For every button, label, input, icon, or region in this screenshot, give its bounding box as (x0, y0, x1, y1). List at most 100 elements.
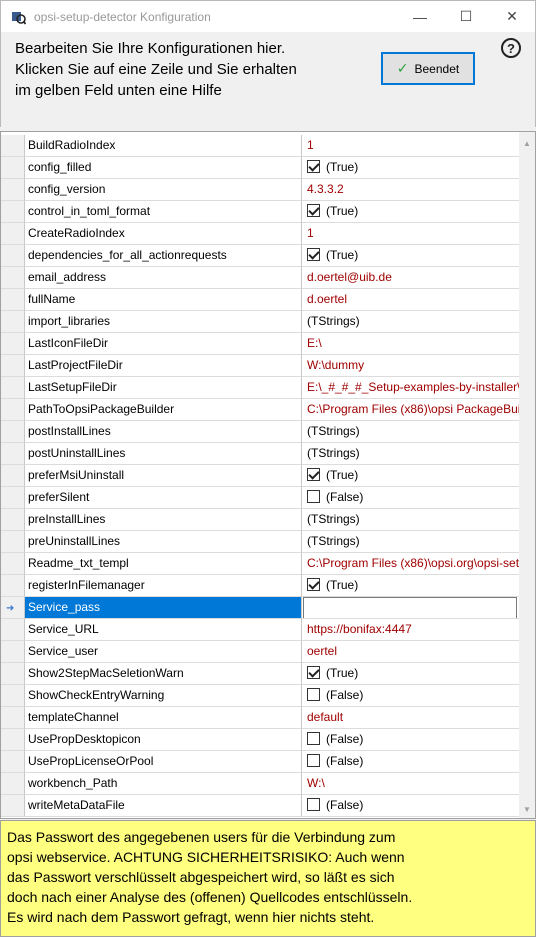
help-button[interactable]: ? (501, 38, 521, 58)
property-name[interactable]: fullName (25, 289, 302, 311)
scroll-up-arrow-icon[interactable]: ▲ (519, 135, 535, 151)
property-name[interactable]: Show2StepMacSeletionWarn (25, 663, 302, 685)
checkbox-checked-icon[interactable] (307, 468, 320, 481)
grid-row[interactable]: UsePropLicenseOrPool (False) (1, 751, 519, 773)
scroll-down-arrow-icon[interactable]: ▼ (519, 801, 535, 817)
property-name[interactable]: registerInFilemanager (25, 575, 302, 597)
property-value[interactable]: (False) (302, 729, 519, 751)
grid-row[interactable]: email_address d.oertel@uib.de (1, 267, 519, 289)
property-value[interactable]: d.oertel (302, 289, 519, 311)
property-name[interactable]: Service_pass (25, 597, 302, 619)
grid-row[interactable]: workbench_Path W:\ (1, 773, 519, 795)
property-value[interactable]: (TStrings) (302, 509, 519, 531)
grid-row[interactable]: CreateRadioIndex 1 (1, 223, 519, 245)
property-value[interactable]: (False) (302, 751, 519, 773)
property-value[interactable]: 1 (302, 135, 519, 157)
property-value[interactable]: (True) (302, 663, 519, 685)
property-name[interactable]: LastIconFileDir (25, 333, 302, 355)
property-value[interactable]: (True) (302, 157, 519, 179)
minimize-button[interactable]: — (397, 1, 443, 33)
property-value[interactable]: W:\dummy (302, 355, 519, 377)
property-name[interactable]: preferSilent (25, 487, 302, 509)
property-value[interactable]: W:\ (302, 773, 519, 795)
property-name[interactable]: Service_URL (25, 619, 302, 641)
grid-row[interactable]: import_libraries (TStrings) (1, 311, 519, 333)
grid-row[interactable]: control_in_toml_format (True) (1, 201, 519, 223)
done-button[interactable]: ✓ Beendet (381, 52, 475, 85)
grid-row[interactable]: fullName d.oertel (1, 289, 519, 311)
property-name[interactable]: PathToOpsiPackageBuilder (25, 399, 302, 421)
checkbox-unchecked-icon[interactable] (307, 490, 320, 503)
property-name[interactable]: Readme_txt_templ (25, 553, 302, 575)
property-value[interactable]: https://bonifax:4447 (302, 619, 519, 641)
property-value[interactable]: d.oertel@uib.de (302, 267, 519, 289)
property-value[interactable]: default (302, 707, 519, 729)
grid-row[interactable]: config_version 4.3.3.2 (1, 179, 519, 201)
property-value[interactable]: (False) (302, 795, 519, 817)
grid-row[interactable]: preferSilent (False) (1, 487, 519, 509)
property-value[interactable]: (True) (302, 201, 519, 223)
checkbox-checked-icon[interactable] (307, 248, 320, 261)
property-name[interactable]: Service_user (25, 641, 302, 663)
property-name[interactable]: config_filled (25, 157, 302, 179)
grid-row[interactable]: LastProjectFileDir W:\dummy (1, 355, 519, 377)
property-name[interactable]: config_version (25, 179, 302, 201)
checkbox-checked-icon[interactable] (307, 578, 320, 591)
property-name[interactable]: UsePropLicenseOrPool (25, 751, 302, 773)
maximize-button[interactable]: ☐ (443, 1, 489, 33)
property-value[interactable]: 1 (302, 223, 519, 245)
property-name[interactable]: preUninstallLines (25, 531, 302, 553)
grid-row[interactable]: Service_URL https://bonifax:4447 (1, 619, 519, 641)
property-name[interactable]: control_in_toml_format (25, 201, 302, 223)
property-name[interactable]: ShowCheckEntryWarning (25, 685, 302, 707)
checkbox-unchecked-icon[interactable] (307, 688, 320, 701)
grid-row[interactable]: UsePropDesktopicon (False) (1, 729, 519, 751)
property-name[interactable]: workbench_Path (25, 773, 302, 795)
property-name[interactable]: templateChannel (25, 707, 302, 729)
property-name[interactable]: LastProjectFileDir (25, 355, 302, 377)
grid-row[interactable]: writeMetaDataFile (False) (1, 795, 519, 817)
property-value[interactable]: (True) (302, 245, 519, 267)
checkbox-checked-icon[interactable] (307, 204, 320, 217)
grid-row[interactable]: LastIconFileDir E:\ (1, 333, 519, 355)
property-name[interactable]: CreateRadioIndex (25, 223, 302, 245)
property-name[interactable]: postInstallLines (25, 421, 302, 443)
property-value[interactable]: C:\Program Files (x86)\opsi PackageBuild… (302, 399, 519, 421)
property-value[interactable]: (False) (302, 487, 519, 509)
property-name[interactable]: UsePropDesktopicon (25, 729, 302, 751)
grid-row[interactable]: preUninstallLines (TStrings) (1, 531, 519, 553)
property-name[interactable]: preferMsiUninstall (25, 465, 302, 487)
property-name[interactable]: preInstallLines (25, 509, 302, 531)
grid-row[interactable]: PathToOpsiPackageBuilder C:\Program Files… (1, 399, 519, 421)
property-value[interactable]: (TStrings) (302, 443, 519, 465)
grid-row[interactable]: templateChannel default (1, 707, 519, 729)
property-value[interactable]: (TStrings) (302, 311, 519, 333)
checkbox-unchecked-icon[interactable] (307, 798, 320, 811)
property-name[interactable]: dependencies_for_all_actionrequests (25, 245, 302, 267)
property-value[interactable]: oertel (302, 641, 519, 663)
property-value[interactable]: 4.3.3.2 (302, 179, 519, 201)
property-value[interactable]: E:\ (302, 333, 519, 355)
close-button[interactable]: ✕ (489, 1, 535, 33)
grid-row[interactable]: postUninstallLines (TStrings) (1, 443, 519, 465)
grid-row[interactable]: LastSetupFileDir E:\_#_#_#_Setup-examples… (1, 377, 519, 399)
property-name[interactable]: LastSetupFileDir (25, 377, 302, 399)
property-value[interactable]: E:\_#_#_#_Setup-examples-by-installer\ (302, 377, 519, 399)
checkbox-unchecked-icon[interactable] (307, 732, 320, 745)
value-edit-field[interactable] (303, 597, 517, 618)
checkbox-unchecked-icon[interactable] (307, 754, 320, 767)
grid-row[interactable]: BuildRadioIndex 1 (1, 135, 519, 157)
grid-row[interactable]: postInstallLines (TStrings) (1, 421, 519, 443)
grid-row[interactable]: dependencies_for_all_actionrequests (True… (1, 245, 519, 267)
property-value[interactable]: (True) (302, 465, 519, 487)
checkbox-checked-icon[interactable] (307, 160, 320, 173)
grid-row[interactable]: registerInFilemanager (True) (1, 575, 519, 597)
grid-row[interactable]: Show2StepMacSeletionWarn (True) (1, 663, 519, 685)
property-value[interactable]: (False) (302, 685, 519, 707)
grid-row[interactable]: preInstallLines (TStrings) (1, 509, 519, 531)
grid-row[interactable]: ShowCheckEntryWarning (False) (1, 685, 519, 707)
property-value[interactable]: (TStrings) (302, 531, 519, 553)
grid-row[interactable]: preferMsiUninstall (True) (1, 465, 519, 487)
vertical-scrollbar[interactable]: ▲ ▼ (519, 132, 535, 818)
property-name[interactable]: import_libraries (25, 311, 302, 333)
